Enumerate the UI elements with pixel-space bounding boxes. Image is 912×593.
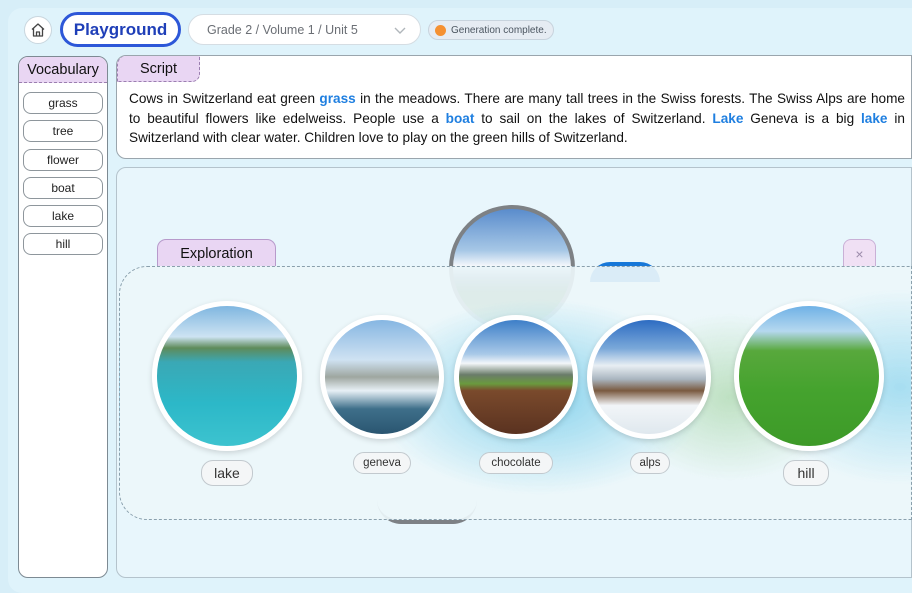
highlighted-word-grass[interactable]: grass (319, 91, 355, 106)
vocabulary-list: grass tree flower boat lake hill (23, 92, 103, 262)
exploration-tab: Exploration (157, 239, 276, 267)
lake-image[interactable] (152, 301, 302, 451)
vocab-item-hill[interactable]: hill (23, 233, 103, 256)
home-button[interactable] (24, 16, 52, 44)
script-segment: to sail on the lakes of Switzerland. (474, 110, 713, 126)
close-button[interactable]: × (843, 239, 876, 267)
status-dot-icon (435, 25, 446, 36)
chocolate-image[interactable] (454, 315, 578, 439)
vocab-item-flower[interactable]: flower (23, 148, 103, 171)
status-text: Generation complete. (451, 24, 547, 36)
alps-image[interactable] (587, 315, 711, 439)
hill-image[interactable] (734, 301, 884, 451)
vocab-item-boat[interactable]: boat (23, 176, 103, 199)
exploration-label-lake[interactable]: lake (201, 460, 253, 486)
highlighted-word-boat[interactable]: boat (446, 111, 475, 126)
app-title: Playground (60, 12, 181, 47)
script-segment: Cows in Switzerland eat green (129, 91, 320, 106)
vocab-item-tree[interactable]: tree (23, 120, 103, 143)
exploration-panel: lake geneva chocolate alps hill (119, 266, 912, 520)
vocab-item-grass[interactable]: grass (23, 92, 103, 114)
status-badge: Generation complete. (428, 20, 554, 40)
grade-selector-value: Grade 2 / Volume 1 / Unit 5 (207, 22, 358, 37)
chevron-down-icon (394, 27, 406, 34)
highlighted-word-lake[interactable]: Lake (712, 111, 743, 126)
highlighted-word-lake[interactable]: lake (861, 111, 887, 126)
exploration-label-chocolate[interactable]: chocolate (479, 452, 553, 474)
exploration-label-geneva[interactable]: geneva (353, 452, 411, 474)
geneva-image[interactable] (320, 315, 444, 439)
vocab-item-lake[interactable]: lake (23, 205, 103, 228)
grade-selector[interactable]: Grade 2 / Volume 1 / Unit 5 (188, 14, 421, 45)
home-icon (31, 23, 45, 37)
script-text: Cows in Switzerland eat green grass in t… (129, 89, 905, 148)
script-tab: Script (117, 56, 200, 82)
script-segment: Geneva is a big (743, 110, 862, 126)
exploration-label-alps[interactable]: alps (630, 452, 670, 474)
close-icon: × (855, 245, 864, 262)
exploration-label-hill[interactable]: hill (783, 460, 829, 486)
vocabulary-tab: Vocabulary (19, 57, 107, 83)
